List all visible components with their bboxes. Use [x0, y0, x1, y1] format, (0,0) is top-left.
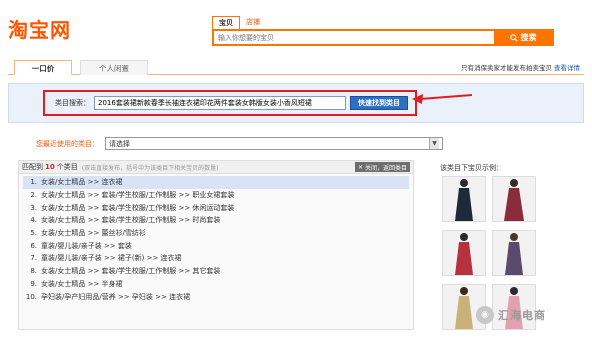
- search-tab-shops[interactable]: 店铺: [240, 16, 266, 29]
- publish-tabs: 一口价 个人闲置 只有消保卖家才能发布拍卖宝贝 查看详情: [8, 58, 584, 75]
- list-item-label: 童装/婴儿装/亲子装 >> 裙子(新) >> 连衣裙: [41, 254, 182, 263]
- list-item[interactable]: 3. 女装/女士精品 >> 套装/学生校服/工作制服 >> 休闲运动套装: [23, 201, 413, 214]
- list-item[interactable]: 1. 女装/女士精品 >> 连衣裙: [23, 176, 409, 189]
- list-item[interactable]: 8. 女装/女士精品 >> 套装/学生校服/工作制服 >> 其它套装: [23, 265, 413, 278]
- results-header: 匹配到 10 个类目 (双击直接发布，括号中为该类目下相关宝贝的数量) ✕ 关闭…: [19, 161, 413, 174]
- search-bar: 搜索: [212, 29, 554, 46]
- example-items-title: 该类目下宝贝示例：: [440, 164, 503, 172]
- list-item-number: 7.: [30, 254, 37, 263]
- list-item-label: 孕妇装/孕产妇用品/营养 >> 孕妇装 >> 连衣裙: [41, 292, 191, 301]
- category-search-input[interactable]: 2016套装裙新款春季长袖连衣裙印花两件套装女韩版女装小香风短裙: [94, 96, 346, 110]
- dress-image-icon: [455, 233, 473, 275]
- list-item-number: 6.: [30, 241, 37, 250]
- results-prefix: 匹配到: [22, 163, 43, 171]
- close-results-label: 关闭，返回类目: [364, 164, 407, 172]
- taobao-logo: 淘宝网: [8, 18, 71, 42]
- category-search-label: 类目搜索：: [55, 99, 90, 107]
- list-item-label: 女装/女士精品 >> 套装/学生校服/工作制服 >> 时尚套装: [41, 216, 221, 225]
- watermark-text: 汇海电商: [498, 309, 546, 322]
- list-item-label: 女装/女士精品 >> 套装/学生校服/工作制服 >> 职业女裙套装: [41, 191, 235, 200]
- results-suffix: 个类目: [56, 163, 78, 171]
- list-item-number: 3.: [30, 203, 37, 212]
- results-hint: (双击直接发布，括号中为该类目下相关宝贝的数量): [81, 164, 219, 172]
- tab-personal-idle[interactable]: 个人闲置: [80, 60, 148, 75]
- search-input[interactable]: [214, 31, 494, 44]
- list-item-label: 童装/婴儿装/亲子装 >> 套装: [41, 241, 132, 250]
- list-item[interactable]: 7. 童装/婴儿装/亲子装 >> 裙子(新) >> 连衣裙: [23, 252, 413, 265]
- list-item-label: 女装/女士精品 >> 套装/学生校服/工作制服 >> 休闲运动套装: [41, 203, 235, 212]
- watermark: ◉ 汇海电商: [476, 306, 546, 324]
- close-results-button[interactable]: ✕ 关闭，返回类目: [354, 162, 410, 172]
- list-item-label: 女装/女士精品 >> 蕾丝衫/雪纺衫: [41, 229, 146, 238]
- list-item-label: 女装/女士精品 >> 套装/学生校服/工作制服 >> 其它套装: [41, 267, 221, 276]
- list-item[interactable]: 10. 孕妇装/孕产妇用品/营养 >> 孕妇装 >> 连衣裙: [23, 290, 413, 303]
- product-thumbnail[interactable]: [442, 176, 486, 222]
- list-item-number: 1.: [30, 178, 37, 187]
- recent-category-row: 您最近使用的类目： 请选择 ▼: [36, 137, 443, 150]
- category-results: 匹配到 10 个类目 (双击直接发布，括号中为该类目下相关宝贝的数量) ✕ 关闭…: [18, 160, 414, 330]
- dress-image-icon: [505, 233, 523, 275]
- close-icon: ✕: [357, 163, 363, 171]
- search-tab-items[interactable]: 宝贝: [212, 16, 240, 29]
- list-item-number: 5.: [30, 229, 37, 238]
- list-item-label: 女装/女士精品 >> 半身裙: [41, 279, 123, 288]
- search-button-label: 搜索: [520, 33, 537, 42]
- tab-fixed-price[interactable]: 一口价: [14, 60, 72, 75]
- recent-category-value: 请选择: [109, 139, 130, 148]
- list-item-number: 10.: [25, 292, 37, 301]
- list-item[interactable]: 2. 女装/女士精品 >> 套装/学生校服/工作制服 >> 职业女裙套装: [23, 189, 413, 202]
- list-item[interactable]: 5. 女装/女士精品 >> 蕾丝衫/雪纺衫: [23, 227, 413, 240]
- example-items-panel: 该类目下宝贝示例：: [440, 163, 584, 330]
- wechat-icon: ◉: [476, 306, 494, 324]
- list-item[interactable]: 4. 女装/女士精品 >> 套装/学生校服/工作制服 >> 时尚套装: [23, 214, 413, 227]
- search-tabs: 宝贝 店铺: [212, 16, 266, 29]
- dress-image-icon: [455, 287, 473, 329]
- auction-notice-text: 只有消保卖家才能发布拍卖宝贝: [461, 64, 552, 72]
- list-item-number: 8.: [30, 267, 37, 276]
- product-thumbnail[interactable]: [492, 176, 536, 222]
- list-item-number: 9.: [30, 279, 37, 288]
- category-search-highlight: 类目搜索： 2016套装裙新款春季长袖连衣裙印花两件套装女韩版女装小香风短裙 快…: [43, 90, 417, 116]
- recent-category-select[interactable]: 请选择 ▼: [105, 137, 443, 150]
- list-item-number: 2.: [30, 191, 37, 200]
- search-button[interactable]: 搜索: [494, 31, 552, 44]
- dress-image-icon: [504, 179, 524, 221]
- chevron-down-icon[interactable]: ▼: [429, 138, 439, 149]
- list-item[interactable]: 9. 女装/女士精品 >> 半身裙: [23, 278, 413, 291]
- product-thumbnail[interactable]: [442, 230, 486, 276]
- results-count: 10: [45, 163, 55, 171]
- dress-image-icon: [455, 179, 473, 221]
- view-details-link[interactable]: 查看详情: [554, 64, 580, 72]
- list-item-label: 女装/女士精品 >> 连衣裙: [41, 178, 123, 187]
- result-list: 1. 女装/女士精品 >> 连衣裙 2. 女装/女士精品 >> 套装/学生校服/工作…: [19, 174, 413, 303]
- category-search-panel: 类目搜索： 2016套装裙新款春季长袖连衣裙印花两件套装女韩版女装小香风短裙 快…: [8, 83, 584, 123]
- list-item-number: 4.: [30, 216, 37, 225]
- find-category-button[interactable]: 快速找到类目: [350, 96, 408, 110]
- auction-notice: 只有消保卖家才能发布拍卖宝贝 查看详情: [461, 62, 580, 72]
- recent-category-label: 您最近使用的类目：: [36, 139, 99, 148]
- search-icon: [509, 33, 518, 42]
- red-arrow-icon: [412, 94, 473, 104]
- product-thumbnail[interactable]: [492, 230, 536, 276]
- list-item[interactable]: 6. 童装/婴儿装/亲子装 >> 套装: [23, 239, 413, 252]
